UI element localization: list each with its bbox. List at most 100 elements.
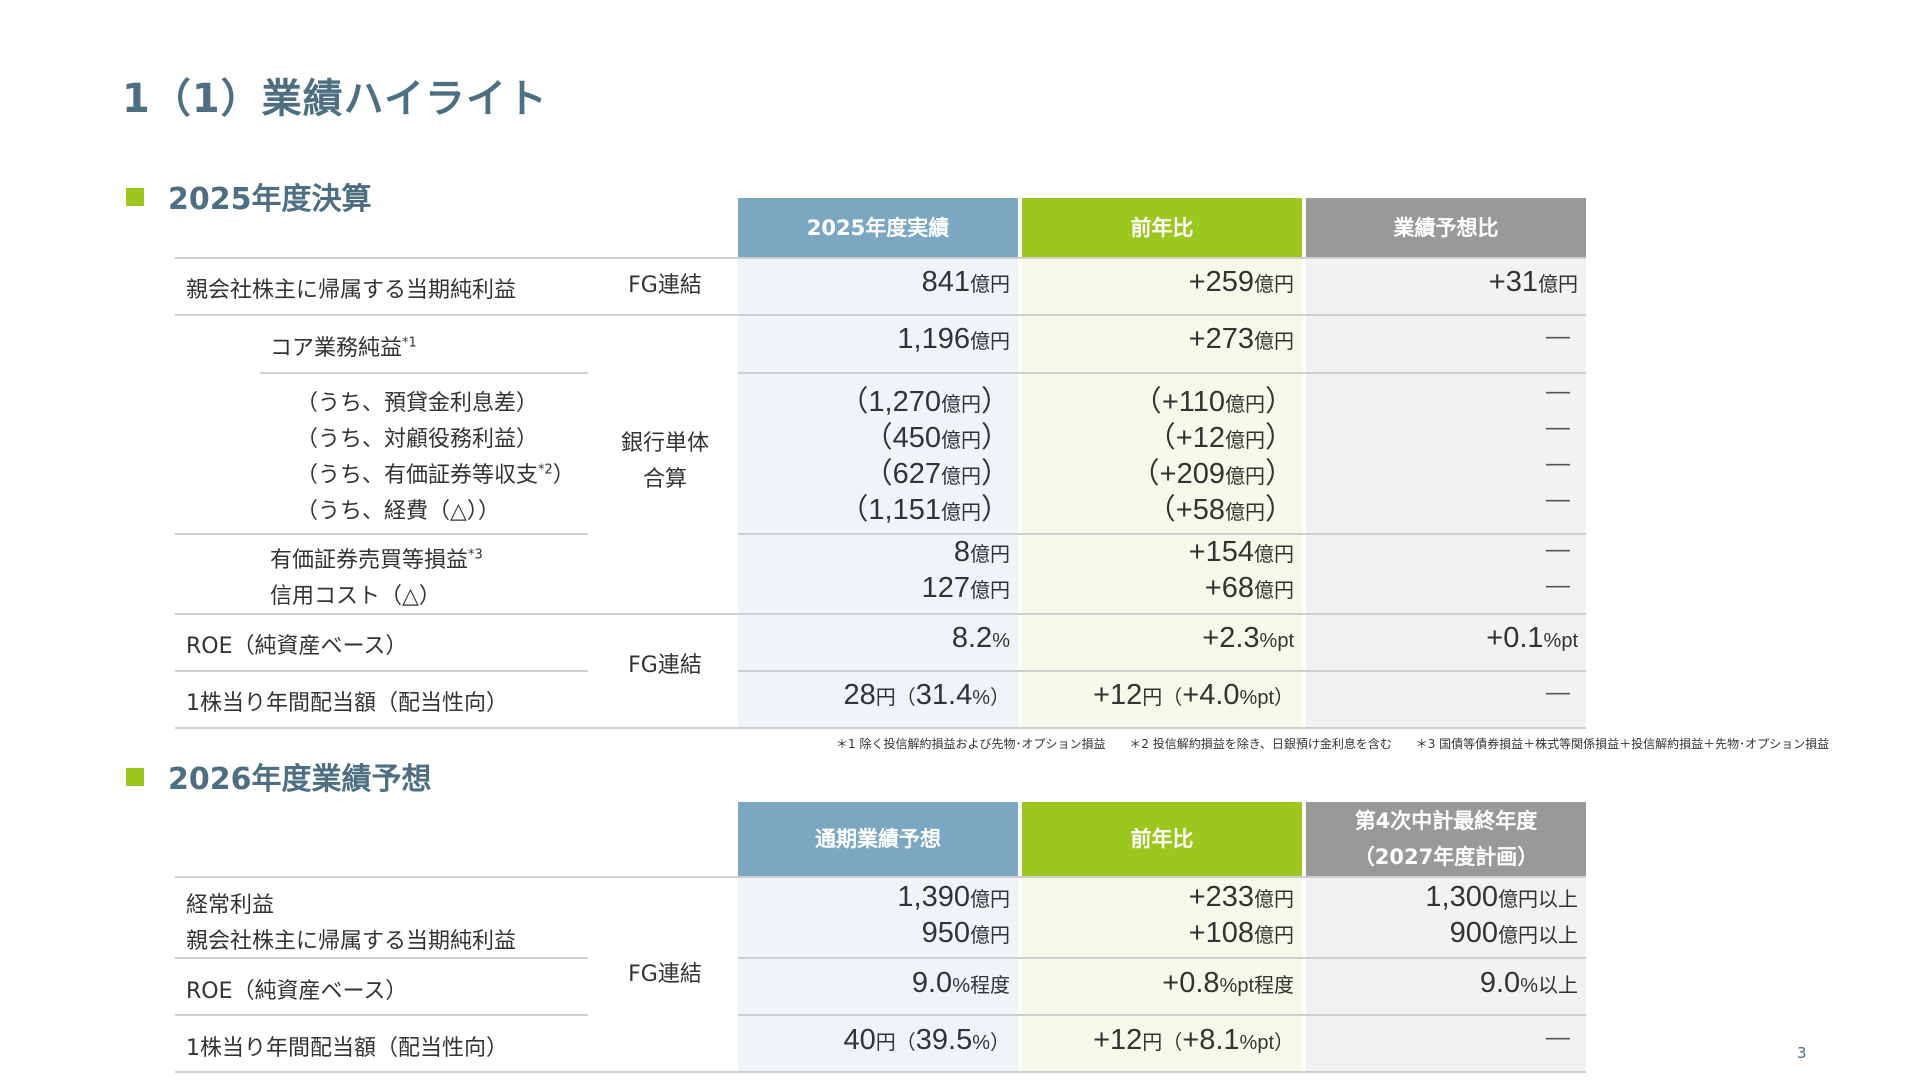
header-yoy: 前年比 bbox=[1022, 198, 1302, 257]
value-number: 1,300 bbox=[1425, 881, 1498, 913]
value-number: +259 bbox=[1188, 266, 1254, 298]
value-dash: ― bbox=[1546, 378, 1570, 405]
bullet-square-icon bbox=[126, 187, 144, 206]
value-ordinary-col_plan: 1,300億円以上 bbox=[1288, 881, 1578, 914]
label-net-income: 親会社株主に帰属する当期純利益 bbox=[186, 278, 517, 303]
table-rule bbox=[260, 372, 588, 374]
table-rule bbox=[175, 1071, 1586, 1073]
label-expenses: （うち、経費（△）） bbox=[296, 499, 500, 524]
scope-bank-combined: 銀行単体 合算 bbox=[600, 426, 730, 498]
page-number: 3 bbox=[1797, 1044, 1807, 1062]
value-expenses-yoy: （+58億円） bbox=[1004, 486, 1294, 528]
value-number: 8.2 bbox=[951, 622, 993, 654]
value-net_income-actual: 841億円 bbox=[720, 266, 1010, 299]
header-full-year-forecast: 通期業績予想 bbox=[738, 802, 1018, 876]
value-dash: ― bbox=[1546, 414, 1570, 441]
value-unit: 億円 bbox=[940, 466, 981, 488]
label-securities-gain: 有価証券売買等損益*3 bbox=[270, 542, 483, 574]
value-unit: 億円 bbox=[1224, 466, 1265, 488]
value-unit: %pt程度 bbox=[1219, 975, 1294, 997]
value-credit_cost-actual: 127億円 bbox=[720, 572, 1010, 605]
value-number: 900 bbox=[1449, 917, 1498, 949]
value-unit: 億円以上 bbox=[1498, 889, 1578, 911]
label-dividend: 1株当り年間配当額（配当性向） bbox=[186, 691, 508, 716]
value-roe-yoy: +2.3%pt bbox=[1004, 622, 1294, 655]
value-number: 1,151 bbox=[868, 494, 941, 526]
value-number: +108 bbox=[1188, 917, 1254, 949]
value-number: 1,196 bbox=[897, 323, 970, 355]
value-number: 841 bbox=[921, 266, 970, 298]
label-dividend: 1株当り年間配当額（配当性向） bbox=[186, 1036, 508, 1061]
value-dividend-vs-forecast: ― bbox=[1280, 679, 1570, 707]
table-rule bbox=[738, 372, 1586, 374]
section-heading-2025: 2025年度決算 bbox=[126, 174, 372, 218]
value-number: +0.8 bbox=[1162, 967, 1220, 999]
value-number: +4.0 bbox=[1182, 679, 1240, 711]
value-unit: 億円 bbox=[940, 502, 981, 524]
value-dividend-yoy: +12円（+4.0%pt） bbox=[1004, 679, 1294, 712]
value-securities_gain-vs-forecast: ― bbox=[1280, 536, 1570, 564]
value-roe-col_yoy: +0.8%pt程度 bbox=[1004, 967, 1294, 1000]
value-securities_gain-yoy: +154億円 bbox=[1004, 536, 1294, 569]
value-unit: %程度 bbox=[952, 975, 1010, 997]
table-rule bbox=[738, 1014, 1586, 1016]
value-net_income-col_yoy: +108億円 bbox=[1004, 917, 1294, 950]
value-dash: ― bbox=[1546, 536, 1570, 563]
label-roe: ROE（純資産ベース） bbox=[186, 979, 408, 1004]
value-number: +31 bbox=[1488, 266, 1538, 298]
value-number: +8.1 bbox=[1182, 1024, 1240, 1056]
value-number: +154 bbox=[1188, 536, 1254, 568]
bullet-square-icon bbox=[126, 767, 144, 786]
label-net-income: 親会社株主に帰属する当期純利益 bbox=[186, 929, 517, 954]
value-dash: ― bbox=[1546, 572, 1570, 599]
table-rule bbox=[738, 957, 1586, 959]
value-core_net-vs-forecast: ― bbox=[1280, 323, 1570, 351]
header-midterm-plan: 第4次中計最終年度 （2027年度計画） bbox=[1306, 802, 1586, 876]
value-unit: 億円以上 bbox=[1498, 925, 1578, 947]
value-number: 1,390 bbox=[897, 881, 970, 913]
value-number: 9.0 bbox=[1479, 967, 1521, 999]
table-rule bbox=[175, 314, 1586, 316]
value-expenses-actual: （1,151億円） bbox=[720, 486, 1010, 528]
value-number: 40 bbox=[843, 1024, 876, 1056]
header-2025-actual: 2025年度実績 bbox=[738, 198, 1018, 257]
header-vs-forecast: 業績予想比 bbox=[1306, 198, 1586, 257]
scope-fg-consolidated: FG連結 bbox=[628, 273, 702, 298]
value-roe-actual: 8.2% bbox=[720, 622, 1010, 655]
value-number: +12 bbox=[1093, 679, 1143, 711]
table-rule bbox=[738, 670, 1586, 672]
value-roe-col_forecast: 9.0%程度 bbox=[720, 967, 1010, 1000]
value-unit: 円（ bbox=[1142, 687, 1183, 709]
value-dash: ― bbox=[1546, 486, 1570, 513]
scope-line: 合算 bbox=[642, 467, 687, 492]
value-net_income-yoy: +259億円 bbox=[1004, 266, 1294, 299]
table-rule bbox=[175, 1014, 588, 1016]
value-number: +2.3 bbox=[1202, 622, 1260, 654]
label-core-net: コア業務純益*1 bbox=[270, 330, 417, 362]
value-unit: 億円 bbox=[1224, 430, 1265, 452]
value-dash: ― bbox=[1546, 323, 1570, 350]
footnote-2: ＊2 投信解約損益を除き、日銀預け金利息を含む bbox=[1129, 737, 1392, 751]
page-title: 1（1）業績ハイライト bbox=[122, 76, 548, 122]
label-credit-cost: 信用コスト（△） bbox=[270, 584, 441, 609]
value-bracket: （ bbox=[1146, 494, 1176, 526]
value-number: +233 bbox=[1188, 881, 1254, 913]
value-dividend-col_yoy: +12円（+8.1%pt） bbox=[1004, 1024, 1294, 1057]
scope-fg-consolidated: FG連結 bbox=[628, 962, 702, 987]
footnote-marker: *1 bbox=[402, 335, 417, 351]
footnotes: ＊1 除く投信解約損益および先物･オプション損益 ＊2 投信解約損益を除き、日銀… bbox=[836, 735, 1849, 752]
table-rule bbox=[175, 670, 588, 672]
section-heading-text: 2025年度決算 bbox=[168, 182, 372, 217]
value-number: 950 bbox=[921, 917, 970, 949]
value-dividend-col_forecast: 40円（39.5%） bbox=[720, 1024, 1010, 1057]
value-unit: 円（ bbox=[875, 687, 916, 709]
section-heading-text: 2026年度業績予想 bbox=[168, 762, 432, 797]
value-roe-col_plan: 9.0%以上 bbox=[1288, 967, 1578, 1000]
scope-line: 銀行単体 bbox=[620, 431, 709, 456]
label-ordinary-profit: 経常利益 bbox=[186, 893, 275, 918]
value-dash: ― bbox=[1546, 679, 1570, 706]
table-rule bbox=[175, 533, 588, 535]
value-unit: 億円 bbox=[1224, 394, 1265, 416]
label-text: （うち、有価証券等収支 bbox=[296, 463, 539, 488]
value-unit: 円（ bbox=[1142, 1032, 1183, 1054]
